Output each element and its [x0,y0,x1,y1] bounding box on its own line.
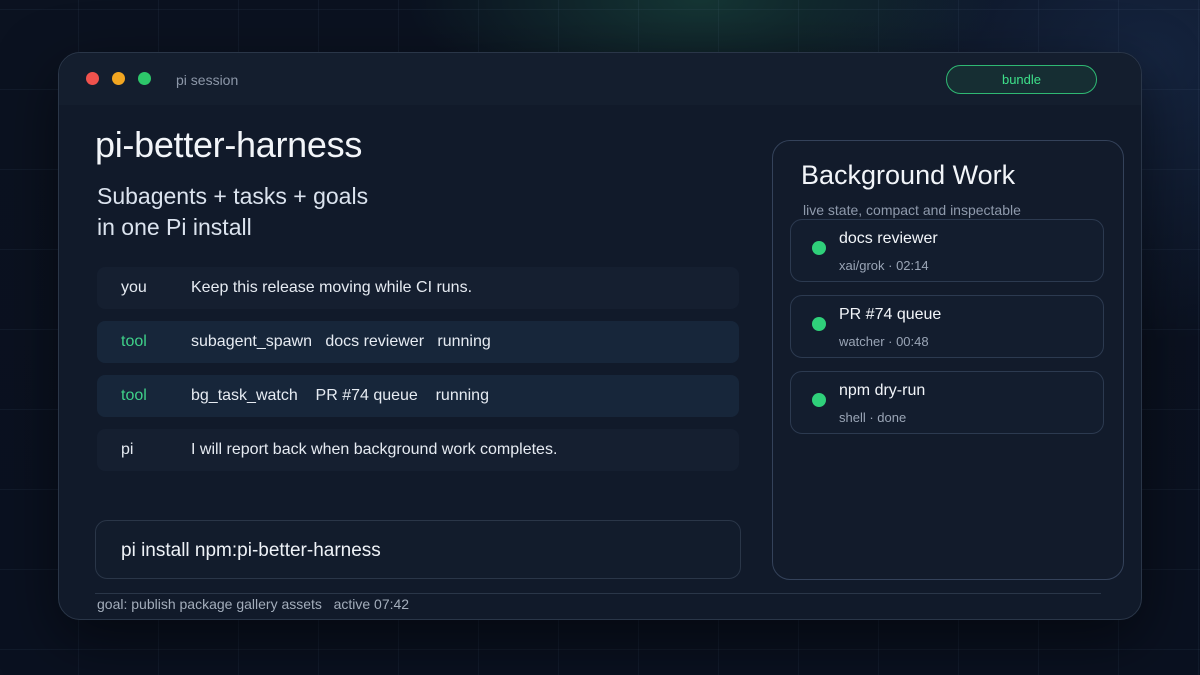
chat-content: subagent_spawn docs reviewer running [191,333,491,350]
active-timer: active 07:42 [333,596,410,612]
status-footer: goal: publish package gallery assets act… [97,596,409,612]
job-card[interactable]: docs reviewer xai/grok · 02:14 [790,219,1104,282]
chat-role: you [121,279,147,296]
job-meta: xai/grok · 02:14 [839,258,929,273]
status-dot-icon [812,317,826,331]
chat-message-user: you Keep this release moving while CI ru… [97,267,739,309]
job-card[interactable]: PR #74 queue watcher · 00:48 [790,295,1104,358]
chat-message-tool: tool bg_task_watch PR #74 queue running [97,375,739,417]
install-command-box[interactable]: pi install npm:pi-better-harness [95,520,741,579]
job-name: npm dry-run [839,382,926,399]
chat-content: I will report back when background work … [191,441,558,458]
chat-content: Keep this release moving while CI runs. [191,279,473,296]
minimize-window-button[interactable] [112,72,125,85]
chat-message-assistant: pi I will report back when background wo… [97,429,739,471]
status-dot-icon [812,241,826,255]
panel-subtitle: live state, compact and inspectable [803,202,1021,218]
close-window-button[interactable] [86,72,99,85]
subtitle-line-2: in one Pi install [97,214,252,240]
status-dot-icon [812,393,826,407]
chat-role: tool [121,387,147,404]
session-window: pi session bundle pi-better-harness Suba… [58,52,1142,620]
chat-role: tool [121,333,147,350]
chat-message-tool: tool subagent_spawn docs reviewer runnin… [97,321,739,363]
footer-divider [95,593,1101,594]
subtitle-line-1: Subagents + tasks + goals [97,183,369,209]
page-title: pi-better-harness [95,124,363,165]
job-name: docs reviewer [839,230,938,247]
job-card[interactable]: npm dry-run shell · done [790,371,1104,434]
goal-text: goal: publish package gallery assets [97,596,322,612]
window-title: pi session [176,72,239,88]
maximize-window-button[interactable] [138,72,151,85]
job-meta: shell · done [839,410,907,425]
title-bar: pi session bundle [59,53,1141,105]
background-work-panel: Background Work live state, compact and … [772,140,1124,580]
job-name: PR #74 queue [839,306,942,323]
chat-content: bg_task_watch PR #74 queue running [191,387,489,404]
install-command: pi install npm:pi-better-harness [121,540,381,561]
chat-role: pi [121,441,134,458]
page-subtitle: Subagents + tasks + goals in one Pi inst… [97,181,368,243]
bundle-button[interactable]: bundle [946,65,1097,94]
panel-title: Background Work [801,160,1016,190]
job-meta: watcher · 00:48 [839,334,929,349]
